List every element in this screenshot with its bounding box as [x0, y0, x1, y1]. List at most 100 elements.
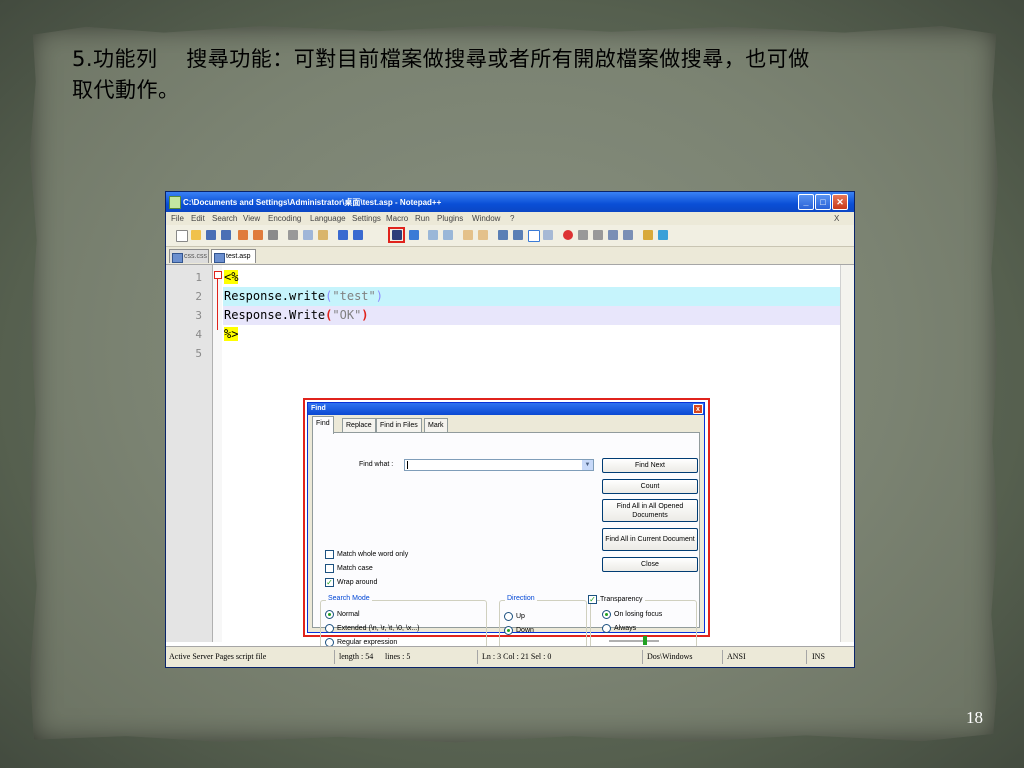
menu-search[interactable]: Search [212, 214, 237, 223]
on-losing-focus-radio[interactable] [602, 610, 611, 619]
line-number: 2 [195, 290, 202, 303]
window-close-button[interactable]: ✕ [832, 194, 848, 210]
print-icon[interactable] [268, 230, 278, 240]
replace-icon[interactable] [409, 230, 419, 240]
run-macro-multiple-icon[interactable] [608, 230, 618, 240]
stop-macro-icon[interactable] [578, 230, 588, 240]
chevron-down-icon[interactable]: ▼ [582, 460, 593, 470]
text-caret [407, 461, 408, 469]
wrap-around-checkbox[interactable]: ✓ [325, 578, 334, 587]
undo-icon[interactable] [338, 230, 348, 240]
status-divider [722, 650, 723, 664]
menu-view[interactable]: View [243, 214, 260, 223]
close-file-icon[interactable] [238, 230, 248, 240]
show-all-chars-icon[interactable] [513, 230, 523, 240]
toolbar [166, 225, 854, 247]
find-next-button[interactable]: Find Next [602, 458, 698, 473]
wrap-around-label: Wrap around [337, 579, 378, 586]
cut-icon[interactable] [288, 230, 298, 240]
fold-line [217, 275, 218, 330]
minimize-button[interactable]: _ [798, 194, 814, 210]
tab-test-asp-label: test.asp [226, 253, 251, 260]
menu-language[interactable]: Language [310, 214, 346, 223]
zoom-in-icon[interactable] [428, 230, 438, 240]
extended-radio[interactable] [325, 624, 334, 633]
open-file-icon[interactable] [191, 230, 201, 240]
code-string: "OK" [332, 308, 362, 322]
find-what-input[interactable]: ▼ [404, 459, 594, 471]
save-macro-icon[interactable] [623, 230, 633, 240]
find-all-current-button[interactable]: Find All in Current Document [602, 528, 698, 551]
search-mode-title: Search Mode [326, 595, 372, 602]
status-position: Ln : 3 Col : 21 Sel : 0 [482, 652, 552, 661]
close-all-icon[interactable] [253, 230, 263, 240]
document-icon [214, 253, 225, 263]
tab-find-in-files[interactable]: Find in Files [376, 418, 422, 433]
transparency-checkbox[interactable]: ✓ [588, 595, 597, 604]
paste-icon[interactable] [318, 230, 328, 240]
tab-test-asp[interactable]: test.asp [211, 249, 256, 263]
zoom-out-icon[interactable] [443, 230, 453, 240]
menu-plugins[interactable]: Plugins [437, 214, 463, 223]
tab-mark[interactable]: Mark [424, 418, 448, 433]
sync-vertical-icon[interactable] [463, 230, 473, 240]
menu-edit[interactable]: Edit [191, 214, 205, 223]
code-object: Response.write [224, 289, 326, 303]
menu-run[interactable]: Run [415, 214, 430, 223]
status-divider [477, 650, 478, 664]
document-icon [172, 253, 183, 263]
sync-horizontal-icon[interactable] [478, 230, 488, 240]
save-all-icon[interactable] [221, 230, 231, 240]
direction-title: Direction [505, 595, 537, 602]
code-paren: ) [375, 289, 383, 303]
save-icon[interactable] [206, 230, 216, 240]
menu-file[interactable]: File [171, 214, 184, 223]
menu-help[interactable]: ? [510, 214, 514, 223]
match-whole-word-checkbox[interactable] [325, 550, 334, 559]
match-case-label: Match case [337, 565, 373, 572]
find-dialog-close-button[interactable]: x [693, 404, 703, 414]
direction-down-radio[interactable] [504, 626, 513, 635]
regex-label: Regular expression [337, 639, 398, 646]
status-divider [642, 650, 643, 664]
tab-replace[interactable]: Replace [342, 418, 376, 433]
vertical-scrollbar[interactable] [840, 265, 854, 642]
always-radio[interactable] [602, 624, 611, 633]
play-macro-icon[interactable] [593, 230, 603, 240]
redo-icon[interactable] [353, 230, 363, 240]
close-button[interactable]: Close [602, 557, 698, 572]
window-titlebar: C:\Documents and Settings\Administrator\… [166, 192, 854, 212]
user-language-icon[interactable] [543, 230, 553, 240]
line-number: 4 [195, 328, 202, 341]
editor-area[interactable]: 1 2 3 4 5 <% Response.write("test") Resp… [166, 265, 854, 653]
indent-guide-icon[interactable] [528, 230, 540, 242]
menu-close-document[interactable]: X [834, 214, 839, 223]
new-file-icon[interactable] [176, 230, 188, 242]
plugin-icon[interactable] [643, 230, 653, 240]
menu-macro[interactable]: Macro [386, 214, 408, 223]
maximize-button[interactable]: □ [815, 194, 831, 210]
code-object: Response.Write [224, 308, 326, 322]
menu-encoding[interactable]: Encoding [268, 214, 301, 223]
transparency-slider-thumb[interactable] [643, 636, 647, 645]
status-divider [806, 650, 807, 664]
normal-radio[interactable] [325, 610, 334, 619]
code-line-4: %> [224, 325, 239, 344]
word-wrap-icon[interactable] [498, 230, 508, 240]
spellcheck-icon[interactable] [658, 230, 668, 240]
transparency-slider-track [609, 640, 659, 642]
find-all-opened-button[interactable]: Find All in All Opened Documents [602, 499, 698, 522]
match-case-checkbox[interactable] [325, 564, 334, 573]
status-length: length : 54 [339, 652, 374, 661]
tab-css[interactable]: css.css [169, 249, 209, 263]
tab-find[interactable]: Find [312, 416, 334, 434]
record-macro-icon[interactable] [563, 230, 573, 240]
fold-toggle-icon[interactable] [214, 271, 222, 279]
menu-window[interactable]: Window [472, 214, 500, 223]
menu-settings[interactable]: Settings [352, 214, 381, 223]
find-dialog-title: Find [311, 405, 326, 412]
direction-down-label: Down [516, 627, 534, 634]
direction-up-radio[interactable] [504, 612, 513, 621]
copy-icon[interactable] [303, 230, 313, 240]
count-button[interactable]: Count [602, 479, 698, 494]
